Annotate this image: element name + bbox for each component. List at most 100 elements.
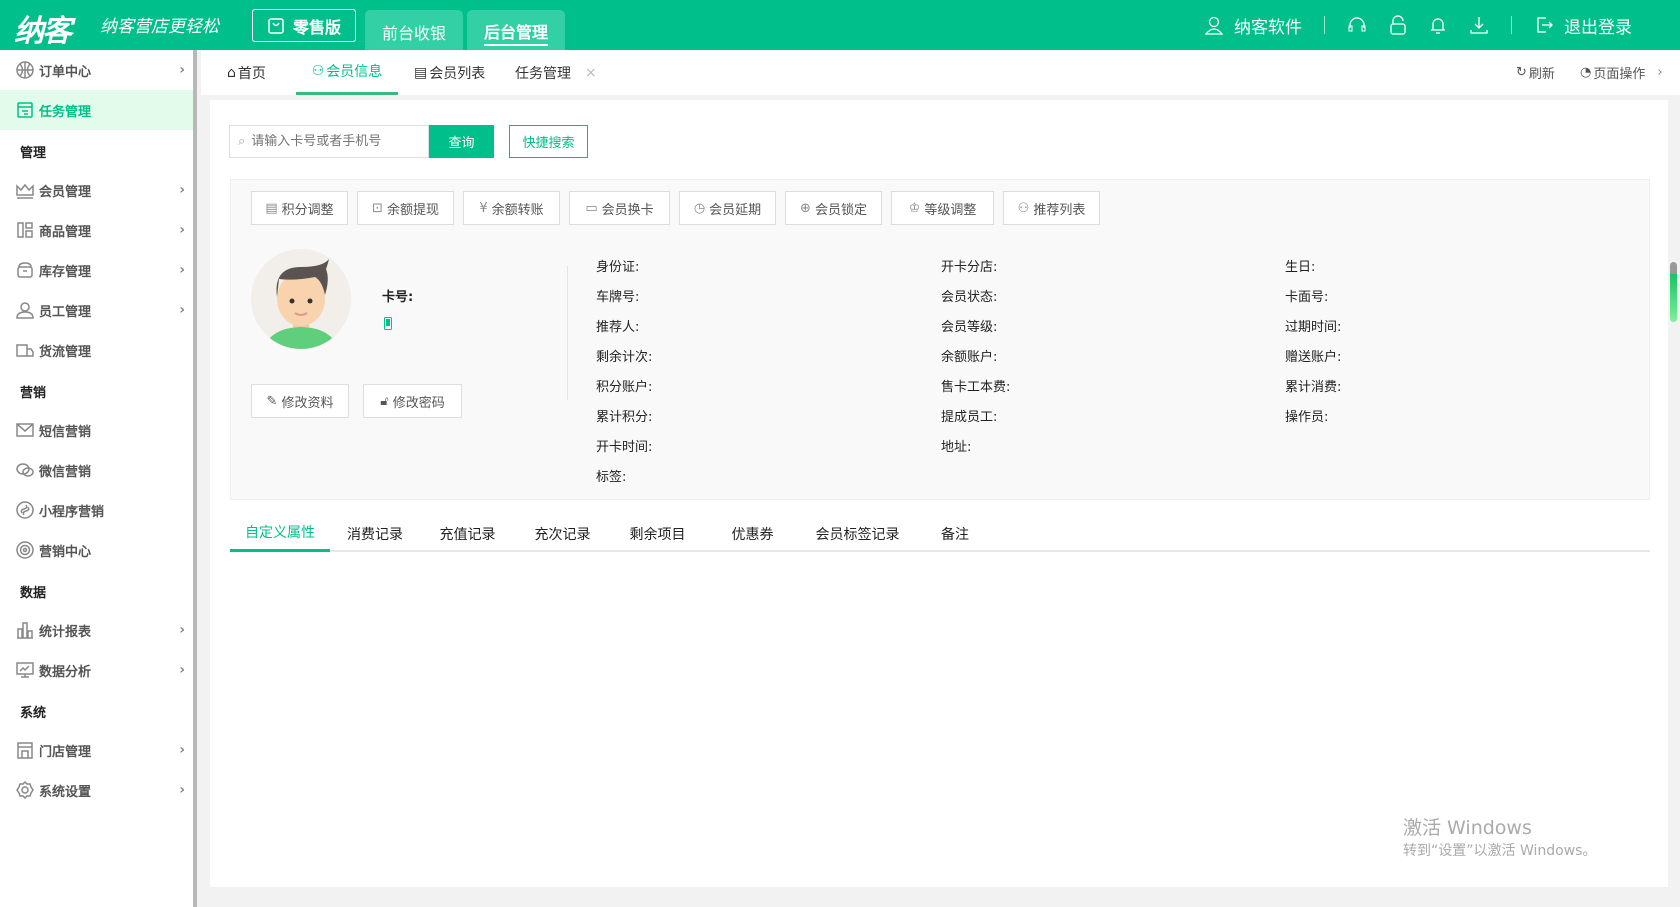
record-tab[interactable]: 充次记录 [515,515,610,552]
tab-home[interactable]: ⌂首页 [227,50,266,95]
sidebar-item-label: 短信营销 [39,421,91,440]
action-button[interactable]: ¥ 余额转账 [463,191,560,225]
refresh-icon: ↻ [1516,65,1527,80]
sidebar-group-label: 系统 [20,702,46,721]
sidebar-item[interactable]: 商品管理› [0,210,193,250]
lock-circle-icon: ⊕ [800,201,811,216]
sidebar-item[interactable]: 订单中心 › [0,50,193,90]
sidebar-item[interactable]: 数据分析› [0,650,193,690]
chevron-right-icon: › [179,742,185,758]
query-button[interactable]: 查询 [429,125,494,158]
headset-icon[interactable] [1347,15,1367,35]
tab-task-management[interactable]: 任务管理 × [515,50,597,95]
record-tab[interactable]: 充值记录 [420,515,515,552]
sidebar-item[interactable]: 库存管理› [0,250,193,290]
close-icon[interactable]: × [585,65,597,81]
action-label: 积分调整 [282,199,334,218]
tab-member-info[interactable]: ⚇会员信息 [296,50,398,95]
sidebar-item[interactable]: 短信营销 [0,410,193,450]
action-button[interactable]: ▤积分调整 [251,191,348,225]
sidebar-item-label: 货流管理 [39,341,91,360]
edit-password-label: 修改密码 [393,392,445,411]
record-tab[interactable]: 自定义属性 [230,515,330,552]
chevron-right-icon: › [179,622,185,638]
watermark-title: 激活 Windows [1403,813,1532,840]
edit-profile-button[interactable]: ✎修改资料 [251,384,349,418]
sidebar-item-label: 数据分析 [39,661,91,680]
sidebar-item[interactable]: 系统设置› [0,770,193,810]
user-menu[interactable]: 纳客软件 [1204,13,1302,38]
action-button[interactable]: ▭会员换卡 [569,191,670,225]
record-tab[interactable]: 消费记录 [330,515,420,552]
bell-icon[interactable] [1429,15,1447,35]
download-icon[interactable] [1469,15,1489,35]
field-label: 卡面号: [1285,286,1328,305]
sidebar-item[interactable]: 营销中心 [0,530,193,570]
lock-icon[interactable] [1389,15,1407,35]
sidebar-item[interactable]: 会员管理› [0,170,193,210]
user-icon: ⚇ [1018,201,1030,216]
action-button[interactable]: ⚇推荐列表 [1003,191,1100,225]
tab-label: 前台收银 [382,20,446,44]
field-label: 累计积分: [596,406,652,425]
page-operations-button[interactable]: ◔页面操作› [1580,50,1663,95]
goods-icon [15,220,35,240]
chevron-right-icon: › [179,62,185,78]
sidebar-item[interactable]: 员工管理› [0,290,193,330]
user-icon [15,300,35,320]
slogan: 纳客营店更轻松 [100,12,219,37]
record-tab[interactable]: 剩余项目 [610,515,705,552]
field-label: 标签: [596,466,626,485]
search-box[interactable]: ⌕ [229,125,429,158]
gauge-icon: ◔ [1580,65,1591,80]
record-tab[interactable]: 备注 [915,515,995,552]
tab-label: 任务管理 [515,63,571,83]
refresh-button[interactable]: ↻刷新 [1516,50,1555,95]
divider [1511,16,1512,34]
edit-password-button[interactable]: 🔓︎修改密码 [363,384,462,418]
sidebar-item-label: 营销中心 [39,541,91,560]
action-label: 余额转账 [492,199,544,218]
edition-button[interactable]: 零售版 [252,9,356,42]
logout-button[interactable]: 退出登录 [1534,13,1632,38]
crown-icon: ♔ [909,201,921,216]
monitor-icon [15,660,35,680]
quick-search-button[interactable]: 快捷搜索 [509,125,588,158]
sidebar-item[interactable]: 微信营销 [0,450,193,490]
mail-icon [15,420,35,440]
record-tabs: 自定义属性消费记录充值记录充次记录剩余项目优惠券会员标签记录备注 [230,515,1650,552]
action-button[interactable]: ⊕会员锁定 [785,191,882,225]
sidebar-item-label: 订单中心 [39,61,91,80]
clipboard-icon: ▤ [414,65,427,81]
action-button[interactable]: ♔等级调整 [891,191,994,225]
watermark-subtitle: 转到“设置”以激活 Windows。 [1403,840,1596,860]
field-label: 提成员工: [941,406,997,425]
scrollbar-thumb[interactable] [1670,262,1677,322]
tab-front-cashier[interactable]: 前台收银 [365,10,463,50]
target-icon [15,540,35,560]
bar-chart-icon [15,620,35,640]
yen-icon: ¥ [479,201,487,216]
sidebar-item[interactable]: 统计报表› [0,610,193,650]
tab-backend[interactable]: 后台管理 [467,10,565,50]
chevron-right-icon: › [179,782,185,798]
action-button[interactable]: ◷会员延期 [679,191,776,225]
record-tab[interactable]: 会员标签记录 [800,515,915,552]
action-button[interactable]: ⊡余额提现 [357,191,454,225]
sidebar-item[interactable]: 货流管理 [0,330,193,370]
action-label: 推荐列表 [1033,199,1085,218]
chevron-right-icon: › [179,222,185,238]
user-name: 纳客软件 [1234,13,1302,38]
store-icon [15,740,35,760]
action-label: 余额提现 [387,199,439,218]
field-label: 身份证: [596,256,639,275]
search-input[interactable] [251,134,411,149]
field-label: 操作员: [1285,406,1328,425]
sidebar-item[interactable]: 门店管理› [0,730,193,770]
sidebar-item[interactable]: 小程序营销 [0,490,193,530]
sidebar-item[interactable]: 任务管理 [0,90,193,130]
field-label: 生日: [1285,256,1315,275]
search-icon: ⌕ [238,134,245,149]
record-tab[interactable]: 优惠券 [705,515,800,552]
tab-member-list[interactable]: ▤会员列表 [414,50,485,95]
